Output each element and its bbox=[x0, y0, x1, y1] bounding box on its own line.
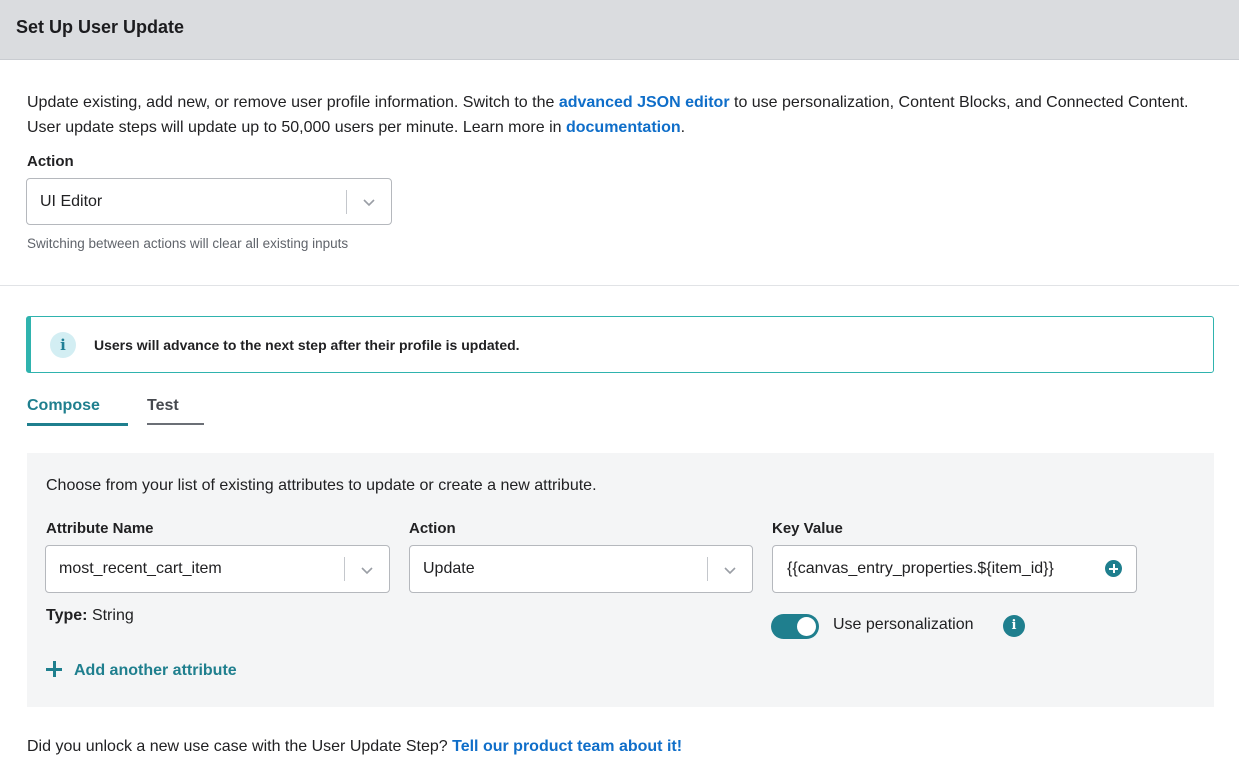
action-hint: Switching between actions will clear all… bbox=[27, 236, 349, 251]
info-icon[interactable]: i bbox=[1003, 615, 1025, 637]
page-header: Set Up User Update bbox=[0, 0, 1239, 60]
key-value-label: Key Value bbox=[772, 520, 843, 537]
attribute-action-value: Update bbox=[423, 560, 475, 577]
page-title: Set Up User Update bbox=[16, 17, 185, 37]
feedback-footer: Did you unlock a new use case with the U… bbox=[27, 738, 682, 756]
action-label: Action bbox=[27, 153, 74, 170]
toggle-knob bbox=[797, 617, 816, 636]
select-separator bbox=[346, 190, 347, 214]
info-banner: i Users will advance to the next step af… bbox=[26, 316, 1214, 373]
intro-text-3: . bbox=[680, 119, 686, 136]
select-separator bbox=[707, 557, 708, 581]
info-banner-message: Users will advance to the next step afte… bbox=[94, 337, 520, 353]
chevron-down-icon bbox=[361, 567, 373, 575]
chevron-down-icon bbox=[363, 199, 375, 207]
attribute-type: Type: String bbox=[46, 607, 134, 625]
plus-icon bbox=[46, 661, 62, 677]
footer-text: Did you unlock a new use case with the U… bbox=[27, 738, 453, 755]
attribute-action-select[interactable]: Update bbox=[409, 545, 753, 593]
attribute-name-label: Attribute Name bbox=[46, 520, 154, 537]
product-team-link[interactable]: Tell our product team about it! bbox=[452, 738, 682, 755]
info-icon: i bbox=[50, 332, 76, 358]
add-attribute-button[interactable]: Add another attribute bbox=[46, 661, 237, 680]
personalization-label: Use personalization bbox=[833, 616, 974, 633]
key-value-input[interactable]: {{canvas_entry_properties.${item_id}} bbox=[772, 545, 1137, 593]
attribute-name-value: most_recent_cart_item bbox=[59, 560, 222, 577]
personalization-toggle[interactable] bbox=[771, 614, 819, 639]
intro-text-1: Update existing, add new, or remove user… bbox=[27, 94, 559, 111]
type-value: String bbox=[91, 607, 134, 624]
key-value-text: {{canvas_entry_properties.${item_id}} bbox=[787, 560, 1054, 577]
compose-lead: Choose from your list of existing attrib… bbox=[46, 477, 597, 494]
select-separator bbox=[344, 557, 345, 581]
chevron-down-icon bbox=[724, 567, 736, 575]
action-select-value: UI Editor bbox=[40, 193, 103, 210]
compose-panel: Choose from your list of existing attrib… bbox=[27, 453, 1214, 707]
tab-test[interactable]: Test bbox=[147, 397, 204, 425]
advanced-json-editor-link[interactable]: advanced JSON editor bbox=[559, 94, 730, 111]
section-divider bbox=[0, 285, 1239, 286]
action-select[interactable]: UI Editor bbox=[26, 178, 392, 225]
attribute-name-select[interactable]: most_recent_cart_item bbox=[45, 545, 390, 593]
add-personalization-icon[interactable] bbox=[1105, 560, 1122, 577]
tab-compose[interactable]: Compose bbox=[27, 397, 128, 426]
attribute-action-label: Action bbox=[409, 520, 456, 537]
add-attribute-label: Add another attribute bbox=[74, 662, 237, 679]
intro-paragraph: Update existing, add new, or remove user… bbox=[27, 90, 1217, 140]
documentation-link[interactable]: documentation bbox=[566, 119, 681, 136]
type-label: Type: bbox=[46, 607, 88, 624]
